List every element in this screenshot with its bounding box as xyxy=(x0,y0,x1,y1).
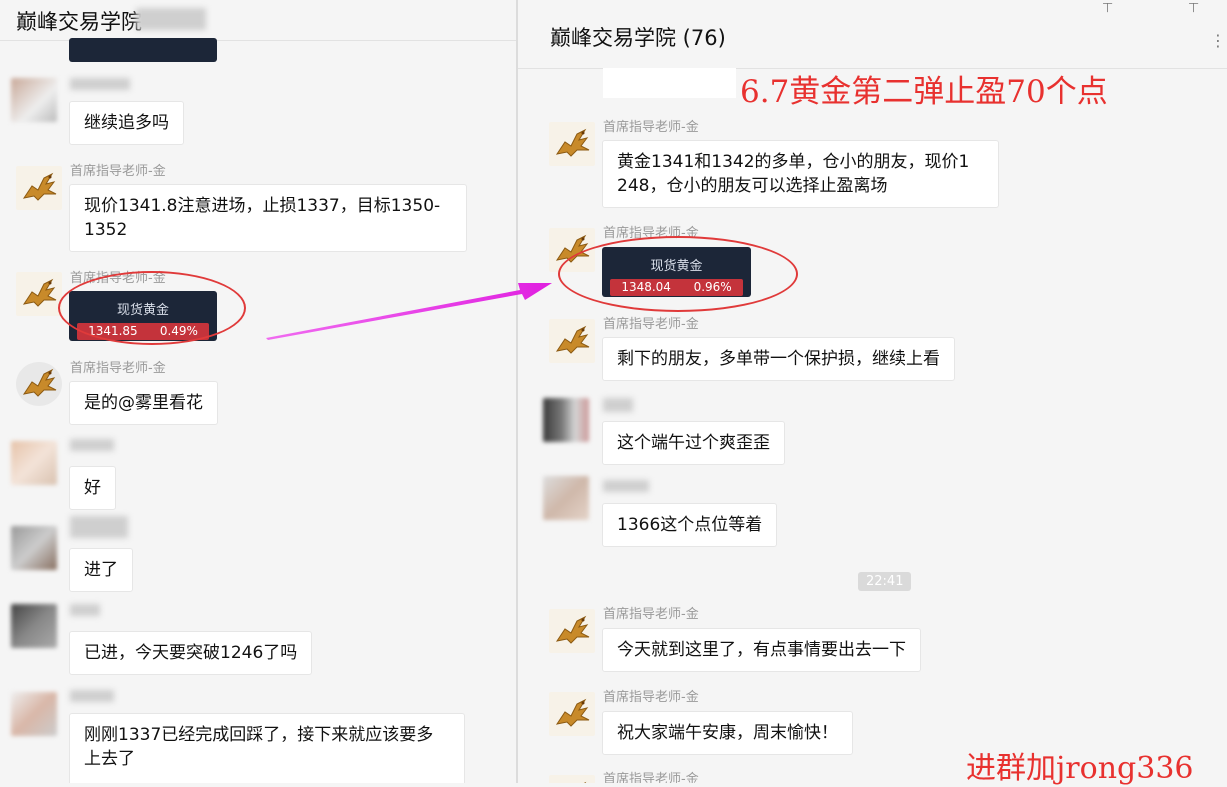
avatar[interactable] xyxy=(11,604,57,648)
message-bubble[interactable]: 现价1341.8注意进场，止损1337，目标1350- 1352 xyxy=(69,184,467,252)
golden-pegasus-icon[interactable] xyxy=(16,272,62,316)
golden-pegasus-icon[interactable] xyxy=(549,122,595,166)
sender-name: 首席指导老师-金 xyxy=(603,772,699,783)
message-bubble[interactable]: 已进，今天要突破1246了吗 xyxy=(69,631,313,675)
message-bubble[interactable]: 剩下的朋友，多单带一个保护损，继续上看 xyxy=(602,337,955,381)
golden-pegasus-icon[interactable] xyxy=(549,319,595,363)
golden-pegasus-icon[interactable] xyxy=(16,362,62,406)
right-chat-title: 巅峰交易学院 (76) xyxy=(550,26,726,50)
redacted-block xyxy=(136,8,206,30)
avatar[interactable] xyxy=(543,398,589,442)
message-bubble[interactable]: 黄金1341和1342的多单，仓小的朋友，现价1 248，仓小的朋友可以选择止盈… xyxy=(602,140,999,208)
partial-bubble xyxy=(603,68,736,98)
redacted-name xyxy=(603,480,649,492)
redacted-name xyxy=(70,439,114,451)
avatar[interactable] xyxy=(11,526,57,570)
golden-pegasus-icon[interactable] xyxy=(549,609,595,653)
redacted-name xyxy=(70,516,128,538)
highlight-circle xyxy=(58,271,246,345)
quote-card-partial xyxy=(69,38,217,62)
message-bubble[interactable]: 1366这个点位等着 xyxy=(602,503,778,547)
message-bubble[interactable]: 刚刚1337已经完成回踩了，接下来就应该要多 上去了 xyxy=(69,713,465,783)
golden-pegasus-icon[interactable] xyxy=(16,166,62,210)
left-chat-header: 巅峰交易学院 xyxy=(0,0,516,41)
golden-pegasus-icon[interactable] xyxy=(549,692,595,736)
redacted-name xyxy=(70,78,130,90)
sender-name: 首席指导老师-金 xyxy=(603,690,699,705)
message-bubble[interactable]: 进了 xyxy=(69,548,133,592)
message-bubble[interactable]: 祝大家端午安康，周末愉快！ xyxy=(602,711,853,755)
redacted-name xyxy=(70,690,114,702)
message-bubble[interactable]: 继续追多吗 xyxy=(69,101,184,145)
sender-name: 首席指导老师-金 xyxy=(603,120,699,135)
sender-name: 首席指导老师-金 xyxy=(603,607,699,622)
watermark-text: 进群加jrong336 xyxy=(966,751,1194,786)
golden-pegasus-icon[interactable] xyxy=(549,775,595,783)
pin-icon[interactable]: ⊤ xyxy=(1102,2,1113,15)
left-chat-window: 巅峰交易学院 继续追多吗 首席指导老师-金 现价1341.8注意进场，止损133… xyxy=(0,0,516,783)
message-bubble[interactable]: 这个端午过个爽歪歪 xyxy=(602,421,785,465)
profit-annotation: 6.7黄金第二弹止盈70个点 xyxy=(740,74,1108,110)
right-chat-header: 巅峰交易学院 (76) ⊤ ⊤ ⋮ xyxy=(518,0,1227,69)
message-bubble[interactable]: 好 xyxy=(69,466,116,510)
highlight-circle xyxy=(558,236,798,312)
more-icon[interactable]: ⋮ xyxy=(1210,33,1226,49)
avatar[interactable] xyxy=(11,692,57,736)
message-bubble[interactable]: 是的@雾里看花 xyxy=(69,381,218,425)
avatar[interactable] xyxy=(543,476,589,520)
redacted-name xyxy=(70,604,100,616)
sender-name: 首席指导老师-金 xyxy=(70,164,166,179)
sender-name: 首席指导老师-金 xyxy=(70,361,166,376)
timestamp-badge: 22:41 xyxy=(858,572,912,591)
message-bubble[interactable]: 今天就到这里了，有点事情要出去一下 xyxy=(602,628,921,672)
left-chat-title: 巅峰交易学院 xyxy=(16,10,142,34)
sender-name: 首席指导老师-金 xyxy=(603,317,699,332)
avatar[interactable] xyxy=(11,78,57,122)
avatar[interactable] xyxy=(11,441,57,485)
right-chat-window: 巅峰交易学院 (76) ⊤ ⊤ ⋮ 6.7黄金第二弹止盈70个点 首席指导老师-… xyxy=(518,0,1227,783)
redacted-name xyxy=(603,398,633,412)
close-icon[interactable]: ⊤ xyxy=(1188,2,1199,15)
